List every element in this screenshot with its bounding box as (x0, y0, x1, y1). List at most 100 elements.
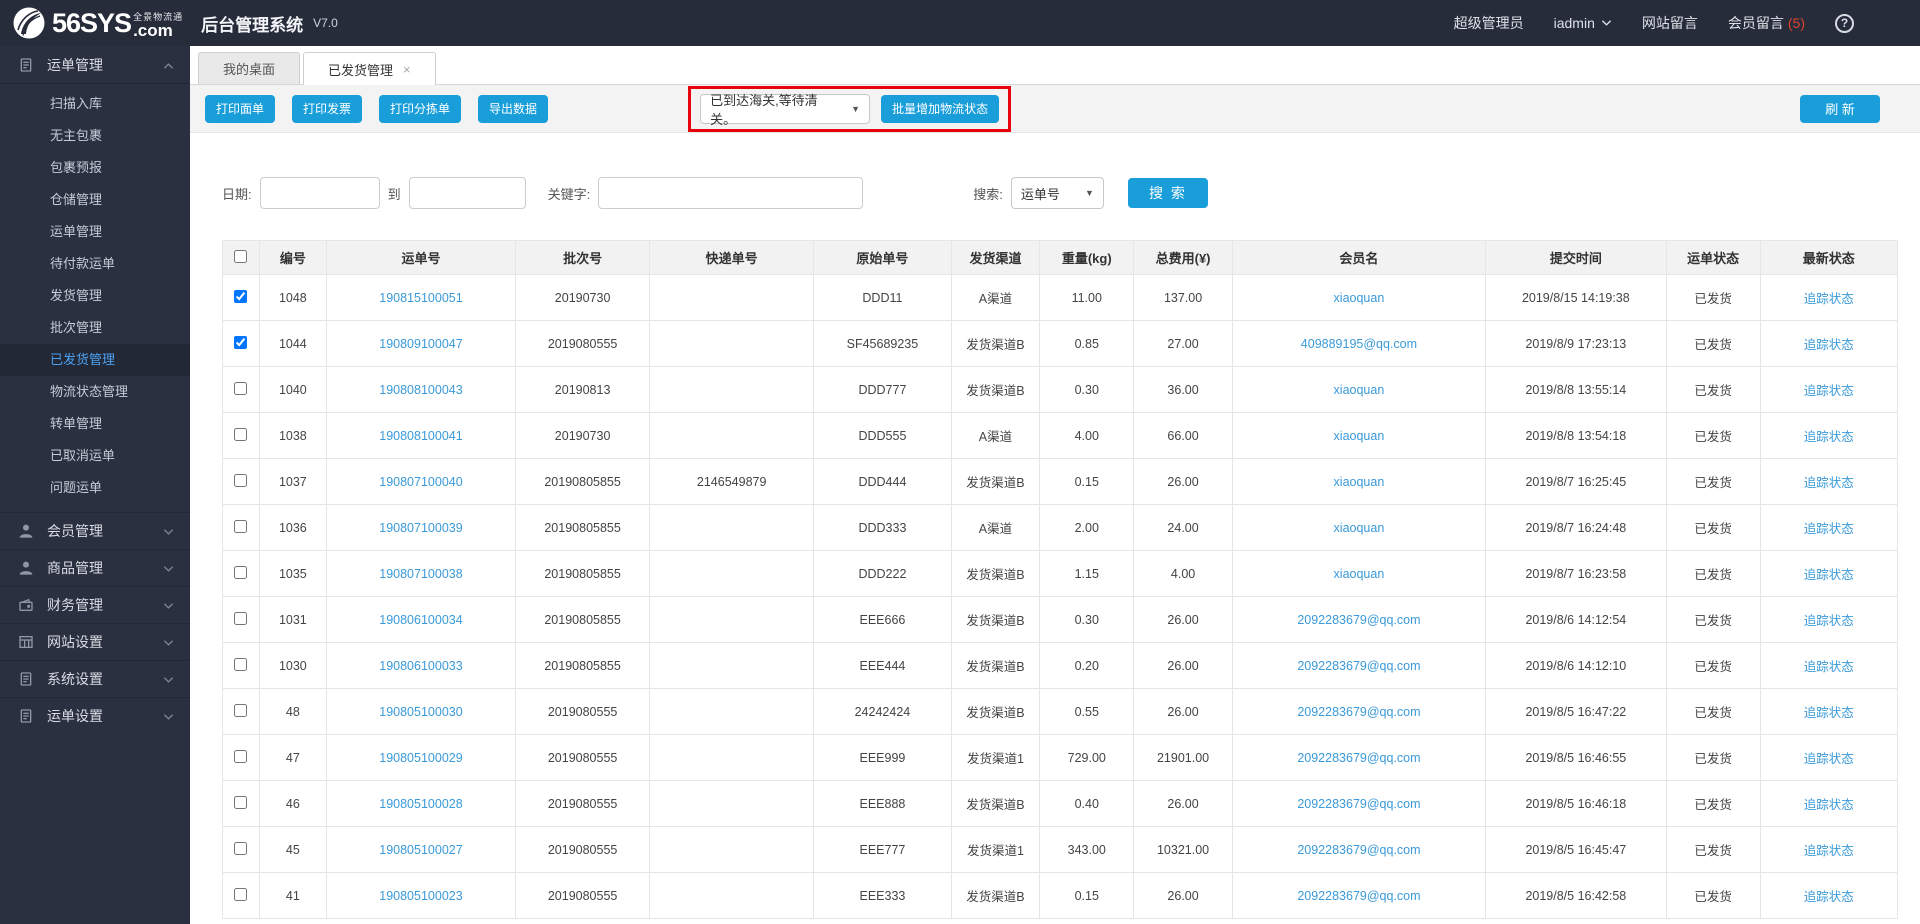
logistics-status-select[interactable]: 已到达海关,等待清关。 ▼ (700, 93, 871, 127)
sidebar-header-系统设置[interactable]: 系统设置 (0, 660, 190, 697)
track-status-link[interactable]: 追踪状态 (1804, 660, 1854, 674)
sidebar-item-无主包裹[interactable]: 无主包裹 (0, 120, 190, 152)
select-all-checkbox[interactable] (234, 249, 248, 263)
refresh-button[interactable]: 刷 新 (1800, 94, 1880, 123)
member-name-link[interactable]: 2092283679@qq.com (1297, 705, 1420, 719)
tab-shipped-management[interactable]: 已发货管理 × (303, 52, 436, 85)
row-checkbox[interactable] (234, 611, 248, 625)
member-messages-link[interactable]: 会员留言 (5) (1728, 13, 1805, 33)
row-checkbox[interactable] (234, 565, 248, 579)
waybill-number-link[interactable]: 190815100051 (379, 291, 462, 305)
track-status-link[interactable]: 追踪状态 (1804, 844, 1854, 858)
print-invoice-button[interactable]: 打印发票 (292, 94, 363, 123)
row-checkbox[interactable] (234, 703, 248, 717)
row-checkbox[interactable] (234, 381, 248, 395)
member-name-link[interactable]: xiaoquan (1334, 383, 1385, 397)
track-status-link[interactable]: 追踪状态 (1804, 476, 1854, 490)
help-icon[interactable]: ? (1835, 13, 1854, 33)
member-name-link[interactable]: xiaoquan (1334, 429, 1385, 443)
track-status-link[interactable]: 追踪状态 (1804, 614, 1854, 628)
sidebar-header-运单设置[interactable]: 运单设置 (0, 697, 190, 734)
member-name-link[interactable]: 2092283679@qq.com (1297, 613, 1420, 627)
chevron-down-icon (1601, 19, 1612, 27)
waybill-number-link[interactable]: 190805100027 (379, 843, 462, 857)
row-checkbox[interactable] (234, 841, 248, 855)
export-data-button[interactable]: 导出数据 (478, 94, 549, 123)
track-status-link[interactable]: 追踪状态 (1804, 568, 1854, 582)
waybill-number-link[interactable]: 190805100028 (379, 797, 462, 811)
waybill-number-link[interactable]: 190805100030 (379, 705, 462, 719)
sidebar-item-运单管理[interactable]: 运单管理 (0, 216, 190, 248)
waybill-number-link[interactable]: 190805100023 (379, 889, 462, 903)
sidebar-item-仓储管理[interactable]: 仓储管理 (0, 184, 190, 216)
sidebar-item-物流状态管理[interactable]: 物流状态管理 (0, 376, 190, 408)
table-row: 1037 190807100040 20190805855 2146549879 DDD… (222, 458, 1899, 505)
member-name-link[interactable]: 2092283679@qq.com (1297, 843, 1420, 857)
site-messages-link[interactable]: 网站留言 (1642, 13, 1698, 33)
track-status-link[interactable]: 追踪状态 (1804, 890, 1854, 904)
sidebar-item-批次管理[interactable]: 批次管理 (0, 312, 190, 344)
row-checkbox[interactable] (234, 473, 248, 487)
sidebar-header-商品管理[interactable]: 商品管理 (0, 549, 190, 586)
waybill-number-link[interactable]: 190809100047 (379, 337, 462, 351)
sidebar-item-问题运单[interactable]: 问题运单 (0, 472, 190, 504)
close-icon[interactable]: × (403, 62, 411, 77)
sidebar-header-label: 财务管理 (47, 597, 103, 613)
print-sorting-button[interactable]: 打印分拣单 (379, 94, 462, 123)
member-name-link[interactable]: xiaoquan (1334, 291, 1385, 305)
batch-add-logistics-button[interactable]: 批量增加物流状态 (881, 94, 1000, 123)
row-checkbox[interactable] (234, 289, 248, 303)
print-sheet-button[interactable]: 打印面单 (205, 94, 276, 123)
sidebar-header-财务管理[interactable]: 财务管理 (0, 586, 190, 623)
sidebar-header-网站设置[interactable]: 网站设置 (0, 623, 190, 660)
waybill-number-link[interactable]: 190807100039 (379, 521, 462, 535)
member-name-link[interactable]: xiaoquan (1334, 475, 1385, 489)
member-name-link[interactable]: xiaoquan (1334, 521, 1385, 535)
user-menu[interactable]: iadmin (1554, 15, 1612, 31)
row-checkbox[interactable] (234, 795, 248, 809)
sidebar-item-已取消运单[interactable]: 已取消运单 (0, 440, 190, 472)
original-number-cell: DDD444 (813, 458, 952, 505)
waybill-number-link[interactable]: 190808100043 (379, 383, 462, 397)
sidebar-item-扫描入库[interactable]: 扫描入库 (0, 88, 190, 120)
row-checkbox[interactable] (234, 887, 248, 901)
search-button[interactable]: 搜 索 (1127, 178, 1208, 208)
sidebar-item-发货管理[interactable]: 发货管理 (0, 280, 190, 312)
waybill-number-link[interactable]: 190806100033 (379, 659, 462, 673)
sidebar-item-转单管理[interactable]: 转单管理 (0, 408, 190, 440)
row-checkbox[interactable] (234, 749, 248, 763)
row-checkbox[interactable] (234, 427, 248, 441)
row-checkbox[interactable] (234, 335, 248, 349)
keyword-input[interactable] (598, 177, 864, 209)
sidebar-item-待付款运单[interactable]: 待付款运单 (0, 248, 190, 280)
row-checkbox[interactable] (234, 657, 248, 671)
waybill-number-link[interactable]: 190805100029 (379, 751, 462, 765)
tab-my-desktop[interactable]: 我的桌面 (198, 52, 301, 84)
waybill-number-link[interactable]: 190806100034 (379, 613, 462, 627)
date-from-input[interactable] (259, 177, 380, 209)
track-status-link[interactable]: 追踪状态 (1804, 292, 1854, 306)
sidebar-header-运单管理[interactable]: 运单管理 (0, 46, 190, 83)
member-name-link[interactable]: 2092283679@qq.com (1297, 659, 1420, 673)
sidebar-item-包裹预报[interactable]: 包裹预报 (0, 152, 190, 184)
member-name-link[interactable]: 2092283679@qq.com (1297, 797, 1420, 811)
track-status-link[interactable]: 追踪状态 (1804, 752, 1854, 766)
member-name-link[interactable]: xiaoquan (1334, 567, 1385, 581)
track-status-link[interactable]: 追踪状态 (1804, 338, 1854, 352)
track-status-link[interactable]: 追踪状态 (1804, 706, 1854, 720)
member-name-link[interactable]: 409889195@qq.com (1301, 337, 1417, 351)
search-type-select[interactable]: 运单号 ▼ (1010, 177, 1104, 209)
track-status-link[interactable]: 追踪状态 (1804, 798, 1854, 812)
waybill-number-link[interactable]: 190808100041 (379, 429, 462, 443)
sidebar-header-会员管理[interactable]: 会员管理 (0, 512, 190, 549)
track-status-link[interactable]: 追踪状态 (1804, 384, 1854, 398)
waybill-number-link[interactable]: 190807100038 (379, 567, 462, 581)
waybill-number-link[interactable]: 190807100040 (379, 475, 462, 489)
track-status-link[interactable]: 追踪状态 (1804, 430, 1854, 444)
member-name-link[interactable]: 2092283679@qq.com (1297, 889, 1420, 903)
date-to-input[interactable] (408, 177, 526, 209)
member-name-link[interactable]: 2092283679@qq.com (1297, 751, 1420, 765)
row-checkbox[interactable] (234, 519, 248, 533)
sidebar-item-已发货管理[interactable]: 已发货管理 (0, 344, 190, 376)
track-status-link[interactable]: 追踪状态 (1804, 522, 1854, 536)
